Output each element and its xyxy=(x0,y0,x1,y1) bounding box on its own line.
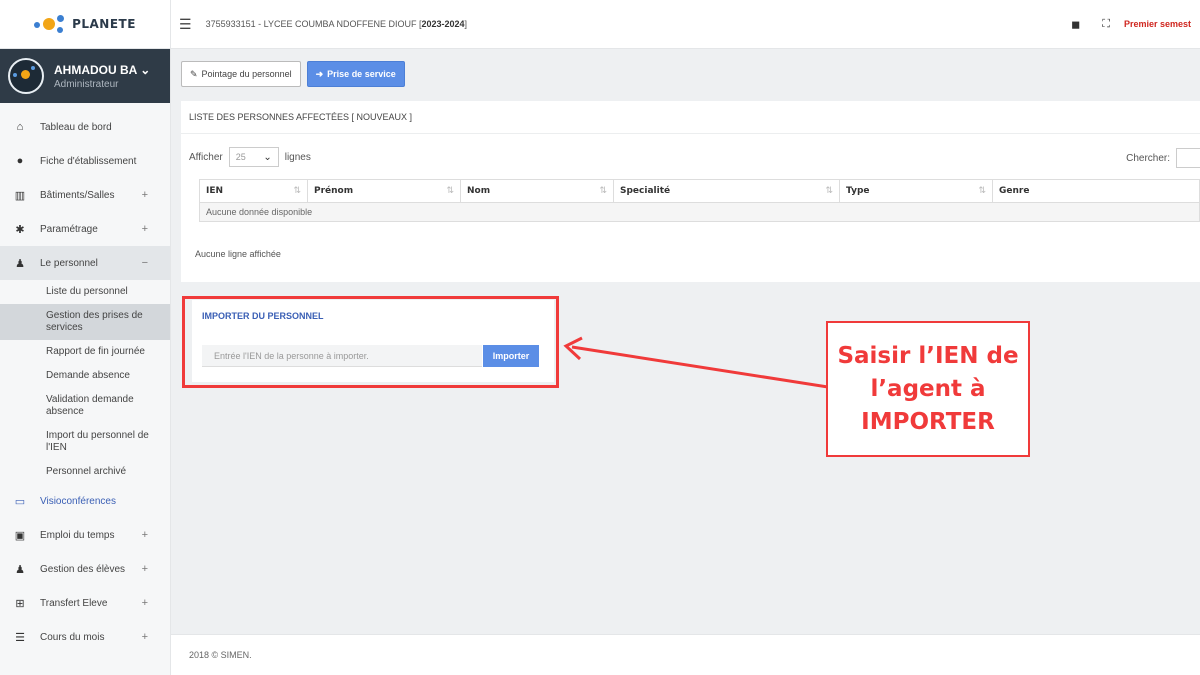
submenu-item-personnel-archive[interactable]: Personnel archivé xyxy=(0,460,170,484)
collapse-icon[interactable]: − xyxy=(142,257,148,269)
sidebar-item-tableau-de-bord[interactable]: ⌂ Tableau de bord xyxy=(0,110,170,144)
annotation-arrow xyxy=(563,336,828,389)
sign-in-icon: ➜ xyxy=(315,68,324,79)
sidebar-item-label: Cours du mois xyxy=(40,631,105,643)
sidebar-menu: ⌂ Tableau de bord ● Fiche d'établissemen… xyxy=(0,110,170,654)
user-panel[interactable]: AHMADOU BA ⌄ Administrateur xyxy=(0,49,170,103)
empty-table-message: Aucune donnée disponible xyxy=(199,202,1200,222)
hamburger-menu-icon[interactable]: ☰ xyxy=(179,16,192,33)
import-staff-panel: IMPORTER DU PERSONNEL Entrée l'IEN de la… xyxy=(192,300,554,382)
info-icon: ● xyxy=(16,155,24,167)
sidebar-item-label: Paramétrage xyxy=(40,223,98,235)
building-icon: ▥ xyxy=(14,189,26,202)
sidebar-item-emploi-du-temps[interactable]: ▣ Emploi du temps + xyxy=(0,518,170,552)
chevron-down-icon: ⌄ xyxy=(263,151,272,163)
list-icon: ☰ xyxy=(15,631,25,644)
semester-selector[interactable]: Premier semest xyxy=(1124,19,1191,29)
search-label: Chercher: xyxy=(1126,153,1170,164)
sort-icon: ⇅ xyxy=(978,186,986,196)
assigned-staff-panel: LISTE DES PERSONNES AFFECTÉES [ NOUVEAUX… xyxy=(181,101,1200,282)
sidebar-item-parametrage[interactable]: ✱ Paramétrage + xyxy=(0,212,170,246)
submenu-item-liste-personnel[interactable]: Liste du personnel xyxy=(0,280,170,304)
action-buttons: ✎ Pointage du personnel ➜ Prise de servi… xyxy=(181,61,405,87)
import-panel-title: IMPORTER DU PERSONNEL xyxy=(202,311,324,321)
table-row: Aucune donnée disponible xyxy=(199,202,1200,222)
top-bar: ☰ 3755933151 - LYCEE COUMBA NDOFFENE DIO… xyxy=(171,0,1200,49)
sidebar-item-label: Transfert Eleve xyxy=(40,597,108,609)
sidebar-item-label: Tableau de bord xyxy=(40,121,112,133)
app-logo-text: PLANETE xyxy=(72,17,136,31)
gear-icon: ✱ xyxy=(15,223,25,236)
user-name[interactable]: AHMADOU BA ⌄ xyxy=(54,63,150,77)
expand-icon[interactable]: + xyxy=(142,597,148,609)
laptop-icon: ▭ xyxy=(14,495,26,508)
import-button[interactable]: Importer xyxy=(483,345,539,367)
chevron-down-icon[interactable]: ⌄ xyxy=(140,63,150,77)
ien-input[interactable]: Entrée l'IEN de la personne à importer. xyxy=(202,345,482,367)
sidebar-item-label: Fiche d'établissement xyxy=(40,155,137,167)
calendar-icon: ▣ xyxy=(14,529,26,542)
sidebar-item-cours-du-mois[interactable]: ☰ Cours du mois + xyxy=(0,620,170,654)
expand-icon[interactable]: + xyxy=(142,189,148,201)
expand-icon[interactable]: + xyxy=(142,223,148,235)
column-header-type[interactable]: Type ⇅ xyxy=(839,179,993,203)
app-logo[interactable]: PLANETE xyxy=(0,0,170,49)
prise-de-service-button[interactable]: ➜ Prise de service xyxy=(306,61,405,87)
submenu-item-validation-demande-absence[interactable]: Validation demande absence xyxy=(0,388,170,424)
column-header-ien[interactable]: IEN ⇅ xyxy=(199,179,308,203)
footer: 2018 © SIMEN. xyxy=(171,634,1200,675)
user-role: Administrateur xyxy=(54,78,119,90)
column-header-prenom[interactable]: Prénom ⇅ xyxy=(307,179,461,203)
sidebar-item-label: Gestion des élèves xyxy=(40,563,126,575)
column-header-nom[interactable]: Nom ⇅ xyxy=(460,179,614,203)
sort-icon: ⇅ xyxy=(825,186,833,196)
column-header-genre[interactable]: Genre xyxy=(992,179,1200,203)
transfer-icon: ⊞ xyxy=(15,597,25,610)
submenu-item-import-personnel-ien[interactable]: Import du personnel de l'IEN xyxy=(0,424,170,460)
search-input[interactable] xyxy=(1176,148,1200,168)
help-icon[interactable]: ◼ xyxy=(1071,18,1080,31)
sort-icon: ⇅ xyxy=(293,186,301,196)
expand-icon[interactable]: + xyxy=(142,563,148,575)
panel-title: LISTE DES PERSONNES AFFECTÉES [ NOUVEAUX… xyxy=(181,101,1200,134)
sidebar-item-gestion-eleves[interactable]: ♟ Gestion des élèves + xyxy=(0,552,170,586)
sidebar-item-label: Bâtiments/Salles xyxy=(40,189,115,201)
fullscreen-icon[interactable]: ⛶ xyxy=(1102,18,1110,31)
user-icon: ♟ xyxy=(15,257,25,270)
edit-icon: ✎ xyxy=(190,68,198,79)
annotation-callout: Saisir l’IEN de l’agent à IMPORTER xyxy=(826,321,1030,457)
user-icon: ♟ xyxy=(15,563,25,576)
sidebar-item-label: Le personnel xyxy=(40,257,98,269)
school-title: 3755933151 - LYCEE COUMBA NDOFFENE DIOUF… xyxy=(205,19,468,29)
sidebar-item-label: Visioconférences xyxy=(40,495,116,507)
column-header-specialite[interactable]: Specialité ⇅ xyxy=(613,179,840,203)
submenu-item-demande-absence[interactable]: Demande absence xyxy=(0,364,170,388)
sidebar: PLANETE AHMADOU BA ⌄ Administrateur ⌂ Ta… xyxy=(0,0,171,675)
sort-icon: ⇅ xyxy=(446,186,454,196)
staff-table: IEN ⇅ Prénom ⇅ Nom ⇅ Specialité ⇅ Type ⇅ Genr… xyxy=(199,179,1200,222)
sort-icon: ⇅ xyxy=(599,186,607,196)
planete-logo-icon xyxy=(34,13,66,35)
expand-icon[interactable]: + xyxy=(142,529,148,541)
avatar xyxy=(8,58,44,94)
sidebar-item-batiments[interactable]: ▥ Bâtiments/Salles + xyxy=(0,178,170,212)
pointage-personnel-button[interactable]: ✎ Pointage du personnel xyxy=(181,61,301,87)
copyright: 2018 © SIMEN. xyxy=(189,650,252,660)
sidebar-item-label: Emploi du temps xyxy=(40,529,115,541)
page-size-control: Afficher 25 ⌄ lignes xyxy=(189,147,311,167)
sidebar-item-le-personnel[interactable]: ♟ Le personnel − xyxy=(0,246,170,280)
page-size-select[interactable]: 25 ⌄ xyxy=(228,147,279,167)
table-info: Aucune ligne affichée xyxy=(195,249,281,259)
submenu-item-rapport-fin-journee[interactable]: Rapport de fin journée xyxy=(0,340,170,364)
submenu-item-gestion-prises-services[interactable]: Gestion des prises de services xyxy=(0,304,170,340)
sidebar-item-transfert-eleve[interactable]: ⊞ Transfert Eleve + xyxy=(0,586,170,620)
sidebar-item-fiche-etablissement[interactable]: ● Fiche d'établissement xyxy=(0,144,170,178)
expand-icon[interactable]: + xyxy=(142,631,148,643)
home-icon: ⌂ xyxy=(16,121,24,133)
sidebar-item-visioconferences[interactable]: ▭ Visioconférences xyxy=(0,484,170,518)
